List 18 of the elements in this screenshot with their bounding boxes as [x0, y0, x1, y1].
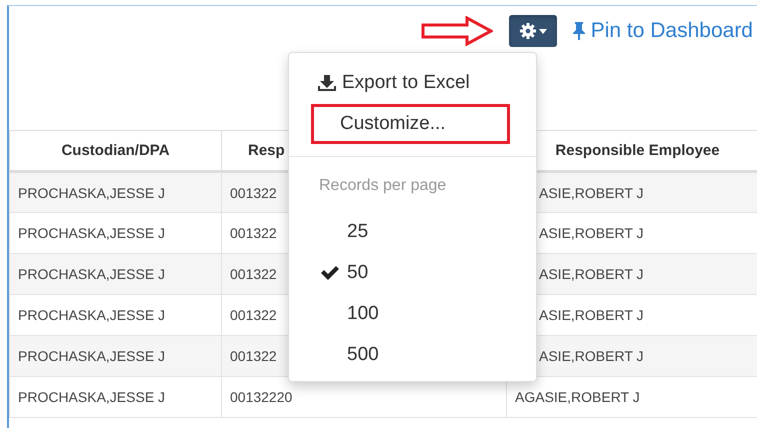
table-cell: PROCHASKA,JESSE J	[10, 376, 222, 418]
download-icon	[318, 75, 336, 91]
gear-icon	[518, 22, 537, 40]
table-cell: PROCHASKA,JESSE J	[10, 254, 222, 294]
settings-button[interactable]	[508, 15, 557, 47]
table-cell: PROCHASKA,JESSE J	[10, 336, 222, 376]
menu-item[interactable]: Customize...	[311, 104, 510, 144]
pointer-arrow	[421, 16, 493, 46]
column-header: Custodian/DPA	[10, 130, 222, 172]
table-cell: PROCHASKA,JESSE J	[10, 294, 222, 336]
menu-item[interactable]: Export to Excel	[289, 68, 536, 98]
caret-icon	[538, 28, 547, 34]
table-cell: AGASIE,ROBERT J	[506, 376, 757, 418]
pin-icon	[572, 22, 585, 40]
pin-link[interactable]: Pin to Dashboard	[572, 15, 753, 47]
menu-section-title: Records per page	[318, 177, 448, 196]
table-cell: PROCHASKA,JESSE J	[10, 212, 222, 254]
table-cell: PROCHASKA,JESSE J	[10, 172, 222, 212]
